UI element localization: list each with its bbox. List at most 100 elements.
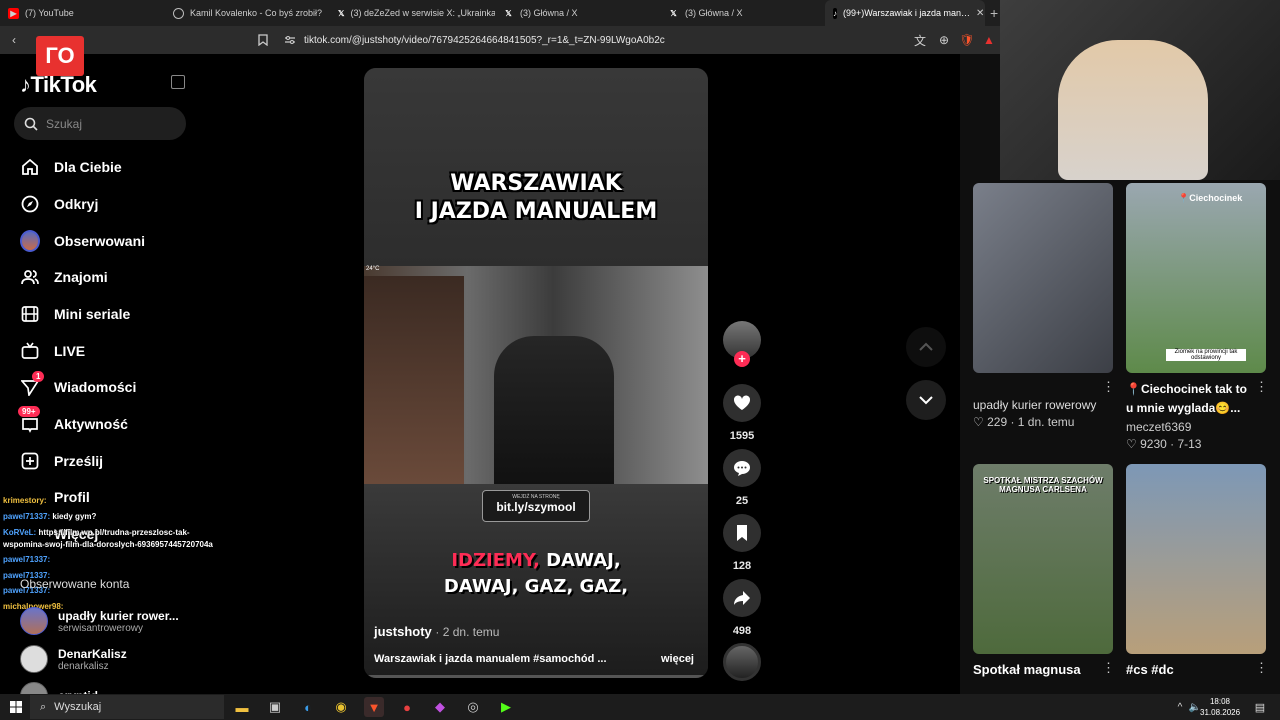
nav-label: Wiadomości	[54, 379, 137, 395]
nav-item-friends[interactable]: Znajomi	[20, 265, 108, 289]
follow-plus-icon[interactable]: +	[734, 351, 750, 367]
app-icon[interactable]: ◆	[430, 697, 450, 717]
tab-x-home-2[interactable]: 𝕏 (3) Główna / X	[660, 0, 825, 26]
recommended-meta: ♡ 229 · 1 dn. temu	[973, 415, 1075, 429]
video-progress-bar[interactable]	[364, 675, 708, 678]
tab-label: (7) YouTube	[25, 8, 74, 18]
recommended-caption[interactable]: #cs #dc	[1126, 660, 1271, 679]
taskbar-search[interactable]: ⌕ Wyszukaj	[30, 695, 224, 719]
recommended-caption[interactable]: 📍Ciechocinek tak to u mnie wygladа😊...	[1126, 380, 1256, 418]
kick-icon[interactable]: ▶	[496, 697, 516, 717]
chrome-icon[interactable]: ◉	[331, 697, 351, 717]
banner-link-text: bit.ly/szymool	[496, 500, 576, 514]
author-avatar-button[interactable]: +	[722, 321, 762, 367]
like-button[interactable]: 1595	[722, 384, 762, 442]
nav-item-messages[interactable]: 1 Wiadomości	[20, 371, 137, 399]
brave-shield-icon[interactable]: 🛡	[959, 32, 975, 48]
search-input[interactable]: Szukaj	[14, 107, 186, 140]
avatar	[20, 607, 48, 635]
tab-label: (3) Główna / X	[520, 8, 578, 18]
recommended-thumb[interactable]: 📍Ciechocinek Ziomek na prowincji tak ods…	[1126, 183, 1266, 373]
x-icon: 𝕏	[338, 8, 345, 18]
tab-youtube[interactable]: ▶ (7) YouTube	[0, 0, 165, 26]
chat-user: KoRVeL:	[3, 528, 37, 537]
share-button[interactable]: 498	[722, 579, 762, 637]
app-icon[interactable]: ▣	[265, 697, 285, 717]
nav-item-for-you[interactable]: Dla Ciebie	[20, 155, 122, 179]
recommended-caption[interactable]: upadły kurier rowerowy	[973, 396, 1118, 415]
nav-item-activity[interactable]: 99+ Aktywność	[18, 406, 128, 436]
save-button[interactable]: 128	[722, 514, 762, 572]
close-tab-icon[interactable]: ✕	[976, 8, 984, 19]
back-icon[interactable]: ‹	[6, 32, 22, 48]
chat-message: krimestory:	[3, 496, 47, 505]
tiktok-logo[interactable]: ♪TikTok	[20, 72, 97, 98]
more-button[interactable]: więcej	[661, 653, 694, 665]
nav-item-explore[interactable]: Odkryj	[20, 192, 98, 216]
streamer-webcam	[1000, 0, 1280, 180]
tiktok-note-icon: ♪	[20, 72, 31, 97]
comment-count: 25	[735, 495, 749, 507]
avatar	[20, 645, 48, 673]
posted-time: · 2 dn. temu	[435, 625, 500, 639]
account-handle: serwisantrowerowy	[58, 622, 144, 634]
site-settings-icon[interactable]	[282, 32, 298, 48]
recommended-thumb[interactable]	[1126, 464, 1266, 654]
chat-message: pawel71337:	[3, 555, 50, 564]
zoom-icon[interactable]: ⊕	[936, 32, 952, 48]
search-icon: ⌕	[40, 700, 47, 713]
brave-icon[interactable]: ▼	[364, 697, 384, 717]
file-explorer-icon[interactable]: ▬	[232, 697, 252, 717]
tab-dezezed[interactable]: 𝕏 (3) deZeZed w serwisie X: „Ukrainka n…	[330, 0, 495, 26]
new-tab-button[interactable]: +	[990, 5, 998, 21]
more-options-icon[interactable]: ⋮	[1102, 660, 1115, 676]
tab-label: (3) deZeZed w serwisie X: „Ukrainka n…	[350, 8, 495, 18]
share-count: 498	[732, 625, 752, 637]
tab-kamil[interactable]: Kamil Kovalenko - Co byś zrobił?	[165, 0, 330, 26]
edge-icon[interactable]: ◐	[298, 697, 318, 717]
tab-x-home-1[interactable]: 𝕏 (3) Główna / X	[495, 0, 660, 26]
avatar-icon	[20, 230, 40, 252]
steam-icon[interactable]: ◎	[463, 697, 483, 717]
thumb-overlay-text: Ziomek na prowincji tak odstawiony	[1166, 349, 1246, 361]
brave-rewards-icon[interactable]: ▲	[981, 32, 997, 48]
thumb-overlay-text: SPOTKAŁ MISTRZA SZACHÓW MAGNUSA CARLSENA	[983, 476, 1103, 494]
more-options-icon[interactable]: ⋮	[1102, 379, 1115, 395]
tiktok-icon: ♪	[833, 7, 837, 19]
translate-icon[interactable]: 文	[912, 32, 928, 48]
obs-icon[interactable]: ●	[397, 697, 417, 717]
followed-account[interactable]: DenarKalisz denarkalisz	[20, 645, 127, 673]
author-name: justshoty	[374, 624, 432, 639]
sound-disc-button[interactable]	[722, 643, 762, 681]
nav-label: Obserwowani	[54, 233, 146, 249]
film-icon	[20, 304, 40, 324]
streamer-figure	[1058, 40, 1208, 180]
globe-icon	[173, 7, 184, 19]
more-options-icon[interactable]: ⋮	[1255, 660, 1268, 676]
nav-item-mini-series[interactable]: Mini seriale	[20, 302, 130, 326]
tab-tiktok[interactable]: ♪ (99+)Warszawiak i jazda man… ✕	[825, 0, 985, 26]
recommended-caption[interactable]: Spotkał magnusa	[973, 660, 1118, 679]
bookmark-icon[interactable]	[255, 32, 271, 48]
collapse-sidebar-icon[interactable]	[171, 75, 185, 89]
video-player[interactable]: WARSZAWIAK I JAZDA MANUALEM 24°C WEJDŹ N…	[364, 68, 708, 678]
next-video-button[interactable]	[906, 380, 946, 420]
recommended-author: meczet6369	[1126, 420, 1192, 434]
more-options-icon[interactable]: ⋮	[1255, 379, 1268, 395]
windows-start-icon[interactable]	[6, 697, 26, 717]
video-author[interactable]: justshoty · 2 dn. temu	[374, 624, 499, 639]
recommended-thumb[interactable]: SPOTKAŁ MISTRZA SZACHÓW MAGNUSA CARLSENA	[973, 464, 1113, 654]
recommended-thumb[interactable]	[973, 183, 1113, 373]
url-input[interactable]: tiktok.com/@justshoty/video/767942526466…	[304, 30, 1004, 50]
nav-item-following[interactable]: Obserwowani	[20, 229, 145, 253]
nav-item-live[interactable]: LIVE	[20, 339, 85, 363]
followed-account[interactable]: upadły kurier rower... serwisantrowerowy	[20, 607, 179, 635]
chat-user: pawel71337:	[3, 555, 51, 564]
nav-label: Aktywność	[54, 416, 128, 432]
notifications-icon[interactable]: ▤	[1250, 697, 1270, 717]
taskbar-clock[interactable]: 18:08 31.08.2026	[1200, 696, 1240, 718]
nav-item-upload[interactable]: Prześlij	[20, 449, 103, 473]
chevron-up-icon	[919, 342, 933, 351]
comment-button[interactable]: 25	[722, 449, 762, 507]
previous-video-button[interactable]	[906, 327, 946, 367]
